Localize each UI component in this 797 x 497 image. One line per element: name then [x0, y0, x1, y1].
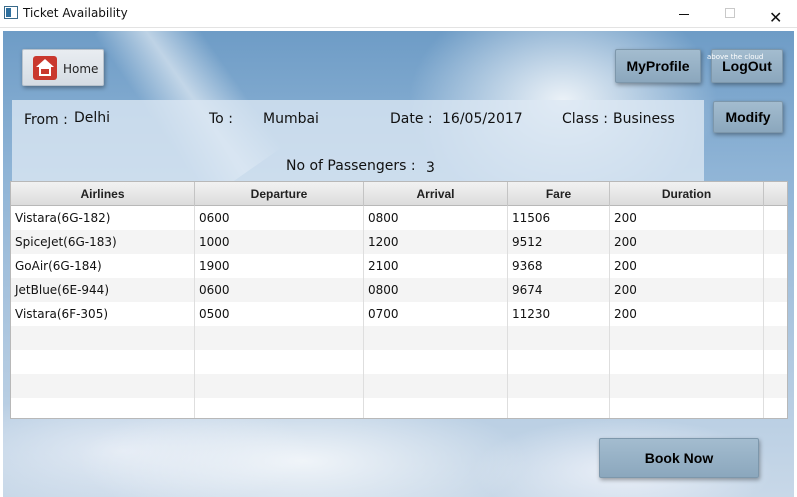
cell-arrival: 1200 — [364, 230, 508, 254]
table-row[interactable]: GoAir(6G-184) 1900 2100 9368 200 — [11, 254, 787, 278]
date-value: 16/05/2017 — [442, 111, 523, 127]
passengers-value: 3 — [426, 160, 435, 176]
home-icon — [33, 56, 57, 80]
flights-table[interactable]: Airlines Departure Arrival Fare Duration… — [10, 181, 788, 419]
table-row[interactable]: Vistara(6F-305) 0500 0700 11230 200 — [11, 302, 787, 326]
cell-duration: 200 — [610, 302, 764, 326]
from-label: From : — [24, 112, 68, 128]
table-row-empty — [11, 326, 787, 350]
minimize-button[interactable] — [660, 0, 706, 28]
from-value: Delhi — [74, 110, 111, 126]
table-row[interactable]: SpiceJet(6G-183) 1000 1200 9512 200 — [11, 230, 787, 254]
window-app-icon — [4, 6, 18, 19]
column-header-filler — [764, 182, 787, 206]
cell-departure: 0600 — [195, 278, 364, 302]
cell-arrival: 0800 — [364, 206, 508, 230]
to-value: Mumbai — [263, 111, 319, 127]
cell-fare: 9512 — [508, 230, 610, 254]
main-content: Home MyProfile LogOut above the cloud Fr… — [3, 31, 794, 497]
window-title: Ticket Availability — [23, 6, 128, 20]
column-header-airlines[interactable]: Airlines — [11, 182, 195, 206]
home-button[interactable]: Home — [22, 49, 104, 86]
close-button[interactable]: ✕ — [751, 0, 797, 28]
cell-arrival: 0700 — [364, 302, 508, 326]
cell-duration: 200 — [610, 278, 764, 302]
book-now-button[interactable]: Book Now — [599, 438, 759, 478]
table-row[interactable]: Vistara(6G-182) 0600 0800 11506 200 — [11, 206, 787, 230]
cell-airline: Vistara(6F-305) — [11, 302, 195, 326]
cell-airline: GoAir(6G-184) — [11, 254, 195, 278]
myprofile-button[interactable]: MyProfile — [615, 49, 701, 83]
cell-airline: SpiceJet(6G-183) — [11, 230, 195, 254]
cell-departure: 1900 — [195, 254, 364, 278]
modify-button[interactable]: Modify — [713, 101, 783, 133]
table-row[interactable]: JetBlue(6E-944) 0600 0800 9674 200 — [11, 278, 787, 302]
class-label: Class : — [562, 111, 608, 127]
cell-fare: 11230 — [508, 302, 610, 326]
cell-departure: 0500 — [195, 302, 364, 326]
column-header-fare[interactable]: Fare — [508, 182, 610, 206]
date-label: Date : — [390, 111, 433, 127]
cell-fare: 11506 — [508, 206, 610, 230]
cell-departure: 0600 — [195, 206, 364, 230]
cell-departure: 1000 — [195, 230, 364, 254]
minimize-icon — [679, 14, 689, 15]
maximize-icon — [725, 8, 735, 18]
cell-duration: 200 — [610, 254, 764, 278]
close-icon: ✕ — [769, 8, 783, 27]
cell-airline: JetBlue(6E-944) — [11, 278, 195, 302]
cell-arrival: 0800 — [364, 278, 508, 302]
cell-duration: 200 — [610, 230, 764, 254]
table-row-empty — [11, 350, 787, 374]
table-header: Airlines Departure Arrival Fare Duration — [11, 182, 787, 206]
cell-arrival: 2100 — [364, 254, 508, 278]
logout-watermark-text: above the cloud — [707, 53, 764, 61]
cell-duration: 200 — [610, 206, 764, 230]
search-criteria-panel: From : Delhi To : Mumbai Date : 16/05/20… — [12, 100, 704, 182]
cell-fare: 9674 — [508, 278, 610, 302]
table-row-empty — [11, 374, 787, 398]
cell-airline: Vistara(6G-182) — [11, 206, 195, 230]
column-header-departure[interactable]: Departure — [195, 182, 364, 206]
class-value: Business — [613, 111, 675, 127]
column-header-arrival[interactable]: Arrival — [364, 182, 508, 206]
to-label: To : — [209, 111, 233, 127]
table-row-empty — [11, 398, 787, 418]
column-header-duration[interactable]: Duration — [610, 182, 764, 206]
passengers-label: No of Passengers : — [286, 158, 416, 174]
maximize-button[interactable] — [706, 0, 752, 28]
cell-fare: 9368 — [508, 254, 610, 278]
title-bar: Ticket Availability ✕ — [0, 0, 797, 28]
home-label: Home — [63, 62, 99, 76]
